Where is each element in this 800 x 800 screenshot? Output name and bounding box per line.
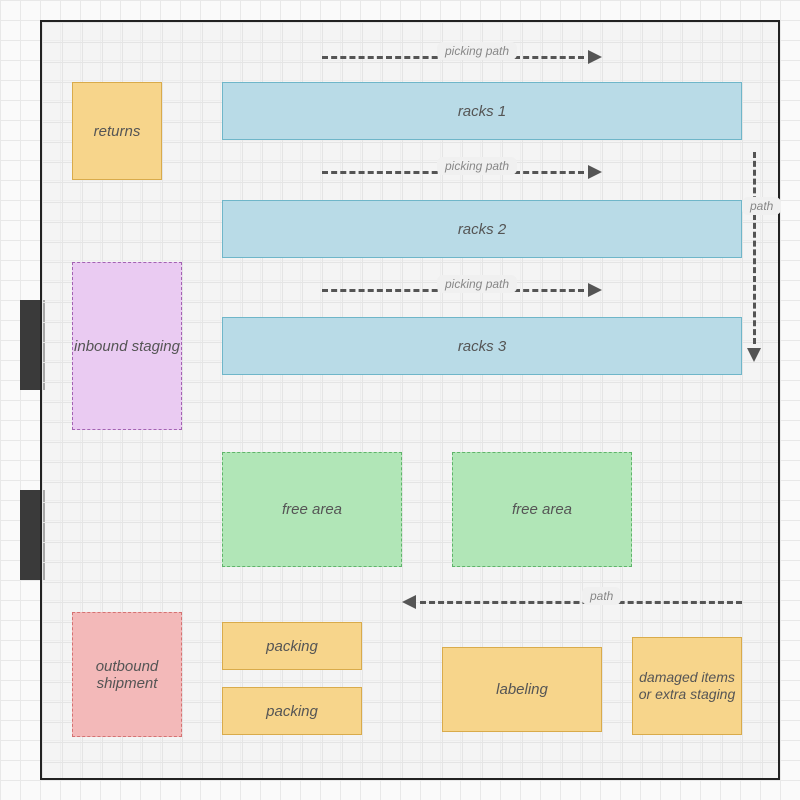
zone-racks-3: racks 3 (222, 317, 742, 375)
arrow-down-icon (747, 348, 761, 362)
zone-labeling: labeling (442, 647, 602, 732)
zone-outbound-label: outbound shipment (73, 658, 181, 692)
zone-returns: returns (72, 82, 162, 180)
zone-free-area-2: free area (452, 452, 632, 567)
warehouse-floor: returns picking path racks 1 picking pat… (40, 20, 780, 780)
bottom-path (402, 592, 742, 612)
picking-path-3-label: picking path (437, 275, 517, 293)
zone-damaged-label: damaged items or extra staging (637, 669, 737, 703)
zone-returns-label: returns (94, 123, 141, 140)
zone-racks-1-label: racks 1 (458, 103, 506, 120)
bottom-path-label: path (582, 587, 621, 605)
arrow-right-icon (588, 50, 602, 64)
zone-damaged-extra-staging: damaged items or extra staging (632, 637, 742, 735)
zone-packing-2: packing (222, 687, 362, 735)
zone-racks-3-label: racks 3 (458, 338, 506, 355)
dash-line-vertical (753, 152, 756, 344)
picking-path-2-label: picking path (437, 157, 517, 175)
zone-packing-1-label: packing (266, 638, 318, 655)
zone-free-area-1-label: free area (282, 501, 342, 518)
zone-racks-2-label: racks 2 (458, 221, 506, 238)
zone-inbound-staging: inbound staging (72, 262, 182, 430)
zone-inbound-label: inbound staging (74, 338, 180, 355)
vertical-path (744, 152, 764, 362)
zone-racks-1: racks 1 (222, 82, 742, 140)
arrow-left-icon (402, 595, 416, 609)
arrow-right-icon (588, 165, 602, 179)
zone-outbound-shipment: outbound shipment (72, 612, 182, 737)
zone-packing-1: packing (222, 622, 362, 670)
dash-line (420, 601, 742, 604)
zone-free-area-1: free area (222, 452, 402, 567)
zone-free-area-2-label: free area (512, 501, 572, 518)
picking-path-1-label: picking path (437, 42, 517, 60)
zone-racks-2: racks 2 (222, 200, 742, 258)
zone-labeling-label: labeling (496, 681, 548, 698)
arrow-right-icon (588, 283, 602, 297)
vertical-path-label: path (742, 197, 781, 215)
zone-packing-2-label: packing (266, 703, 318, 720)
